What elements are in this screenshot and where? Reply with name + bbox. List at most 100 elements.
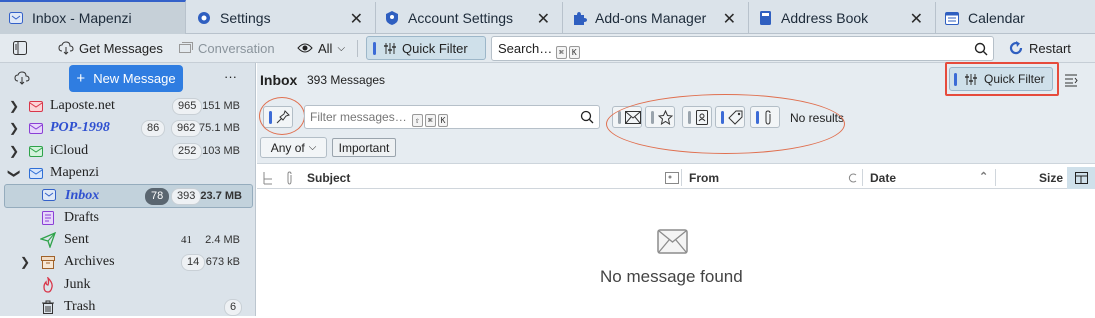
message-count: 965 xyxy=(172,97,203,115)
tag-important-button[interactable]: Important xyxy=(332,138,396,157)
restart-label: Restart xyxy=(1029,40,1071,56)
more-options-button[interactable]: ··· xyxy=(224,69,237,84)
size-column[interactable]: Size xyxy=(1039,171,1063,185)
folder-row-sent[interactable]: Sent 41 2.4 MB xyxy=(0,229,255,251)
folder-row-trash[interactable]: Trash 6 xyxy=(0,296,255,318)
folder-row-pop1998[interactable]: ❯ POP-1998 86 962 75.1 MB xyxy=(0,117,255,139)
filter-placeholder: Filter messages… xyxy=(310,110,407,124)
chevron-right-icon[interactable]: ❯ xyxy=(9,144,19,159)
quick-filter-bar: Filter messages… ⇧ ⌘ K No results Any of ⌵… xyxy=(257,94,1095,164)
column-divider xyxy=(862,169,863,186)
message-count: 962 xyxy=(171,119,202,137)
restart-button[interactable]: Restart xyxy=(1008,36,1071,60)
close-icon[interactable]: ✕ xyxy=(723,9,736,29)
toggle-indicator xyxy=(954,72,957,86)
chevron-down-icon[interactable]: ❯ xyxy=(7,168,22,178)
sync-icon[interactable] xyxy=(846,171,858,185)
quick-filter-label: Quick Filter xyxy=(402,40,468,56)
tab-account-settings[interactable]: Account Settings ✕ xyxy=(376,2,563,33)
thread-pane-header: Inbox 393 Messages Quick Filter xyxy=(257,62,1095,98)
folder-row-junk[interactable]: Junk xyxy=(0,274,255,296)
chevron-right-icon[interactable]: ❯ xyxy=(20,255,30,270)
folder-row-drafts[interactable]: Drafts xyxy=(0,207,255,229)
chevron-right-icon[interactable]: ❯ xyxy=(9,121,19,136)
keyboard-shortcut: ⌘ K xyxy=(554,43,580,59)
global-search-input[interactable]: Search… ⌘ K xyxy=(491,36,994,61)
folder-size: 103 MB xyxy=(202,145,240,157)
quick-filter-toolbar-button[interactable]: Quick Filter xyxy=(366,36,486,60)
paperclip-icon[interactable] xyxy=(285,171,294,185)
column-header-row: Subject From Date ⌃ Size xyxy=(257,167,1095,189)
quick-filter-header-button[interactable]: Quick Filter xyxy=(949,67,1053,91)
subject-column[interactable]: Subject xyxy=(307,171,350,185)
from-column[interactable]: From xyxy=(689,171,719,185)
tab-calendar[interactable]: Calendar xyxy=(936,2,1095,33)
view-all-dropdown[interactable]: All ⌵ xyxy=(297,36,345,60)
conversation-button[interactable]: Conversation xyxy=(179,36,275,60)
close-icon[interactable]: ✕ xyxy=(537,9,550,29)
tab-label: Calendar xyxy=(968,9,1025,26)
folder-row-inbox[interactable]: Inbox 78 393 23.7 MB xyxy=(4,184,253,208)
folder-name: Drafts xyxy=(64,210,99,225)
tag-match-dropdown[interactable]: Any of ⌵ xyxy=(260,137,327,158)
folder-name: Trash xyxy=(64,299,96,314)
plus-icon: + xyxy=(76,70,86,87)
folder-title: Inbox xyxy=(260,72,298,88)
thread-icon[interactable] xyxy=(262,171,274,185)
flame-icon xyxy=(43,277,53,293)
folder-name: Laposte.net xyxy=(50,98,115,113)
any-of-label: Any of xyxy=(270,140,305,155)
quick-filter-label: Quick Filter xyxy=(984,72,1045,86)
tab-inbox[interactable]: Inbox - Mapenzi xyxy=(0,0,186,34)
message-count: 14 xyxy=(181,253,206,271)
new-message-label: New Message xyxy=(93,71,176,86)
chevron-down-icon: ⌵ xyxy=(337,42,346,54)
toggle-indicator xyxy=(373,41,376,55)
display-options-icon[interactable] xyxy=(1064,73,1078,87)
date-column[interactable]: Date xyxy=(870,171,896,185)
folder-row-mapenzi[interactable]: ❯ Mapenzi xyxy=(0,162,255,184)
folder-size: 23.7 MB xyxy=(200,190,242,202)
get-messages-button[interactable]: Get Messages xyxy=(58,36,163,60)
conversation-label: Conversation xyxy=(198,40,275,56)
empty-state-text: No message found xyxy=(600,267,743,286)
search-icon xyxy=(580,110,594,124)
folder-row-archives[interactable]: ❯ Archives 14 673 kB xyxy=(0,251,255,273)
paper-plane-icon xyxy=(40,232,56,248)
book-icon xyxy=(757,10,773,26)
folder-row-laposte[interactable]: ❯ Laposte.net 965 151 MB xyxy=(0,95,255,117)
archive-box-icon xyxy=(41,256,55,269)
search-icon[interactable] xyxy=(974,42,988,56)
conversation-icon xyxy=(179,42,193,53)
folder-size: 673 kB xyxy=(205,256,240,268)
eye-icon xyxy=(297,43,313,53)
sort-ascending-icon: ⌃ xyxy=(979,171,989,183)
column-picker-icon xyxy=(1074,172,1088,184)
filter-sliders-icon xyxy=(384,42,396,54)
folder-row-icloud[interactable]: ❯ iCloud 252 103 MB xyxy=(0,140,255,162)
tab-label: Inbox - Mapenzi xyxy=(32,10,132,26)
column-picker-button[interactable] xyxy=(1067,167,1095,189)
tab-address-book[interactable]: Address Book ✕ xyxy=(749,2,936,33)
annotation-circle xyxy=(259,97,305,135)
chevron-right-icon[interactable]: ❯ xyxy=(9,99,19,114)
annotation-ellipse xyxy=(606,94,845,154)
filter-messages-input[interactable]: Filter messages… ⇧ ⌘ K xyxy=(304,105,600,129)
tab-addons-manager[interactable]: Add-ons Manager ✕ xyxy=(563,2,749,33)
folder-size: 2.4 MB xyxy=(205,234,240,246)
correspondent-icon[interactable] xyxy=(665,172,679,184)
folder-pane-toggle[interactable] xyxy=(12,36,33,60)
close-icon[interactable]: ✕ xyxy=(350,9,363,29)
cloud-download-icon xyxy=(58,41,74,55)
new-message-button[interactable]: + New Message xyxy=(69,65,183,92)
empty-mail-icon xyxy=(657,229,688,254)
close-icon[interactable]: ✕ xyxy=(910,9,923,29)
tab-settings[interactable]: Settings ✕ xyxy=(188,2,376,33)
inbox-icon xyxy=(42,189,56,201)
cloud-download-icon[interactable] xyxy=(14,71,30,85)
mail-account-icon xyxy=(29,101,43,112)
get-messages-label: Get Messages xyxy=(79,40,163,56)
important-label: Important xyxy=(338,140,390,155)
column-divider xyxy=(995,169,996,186)
keyboard-shortcut: ⇧ ⌘ K xyxy=(410,111,449,127)
